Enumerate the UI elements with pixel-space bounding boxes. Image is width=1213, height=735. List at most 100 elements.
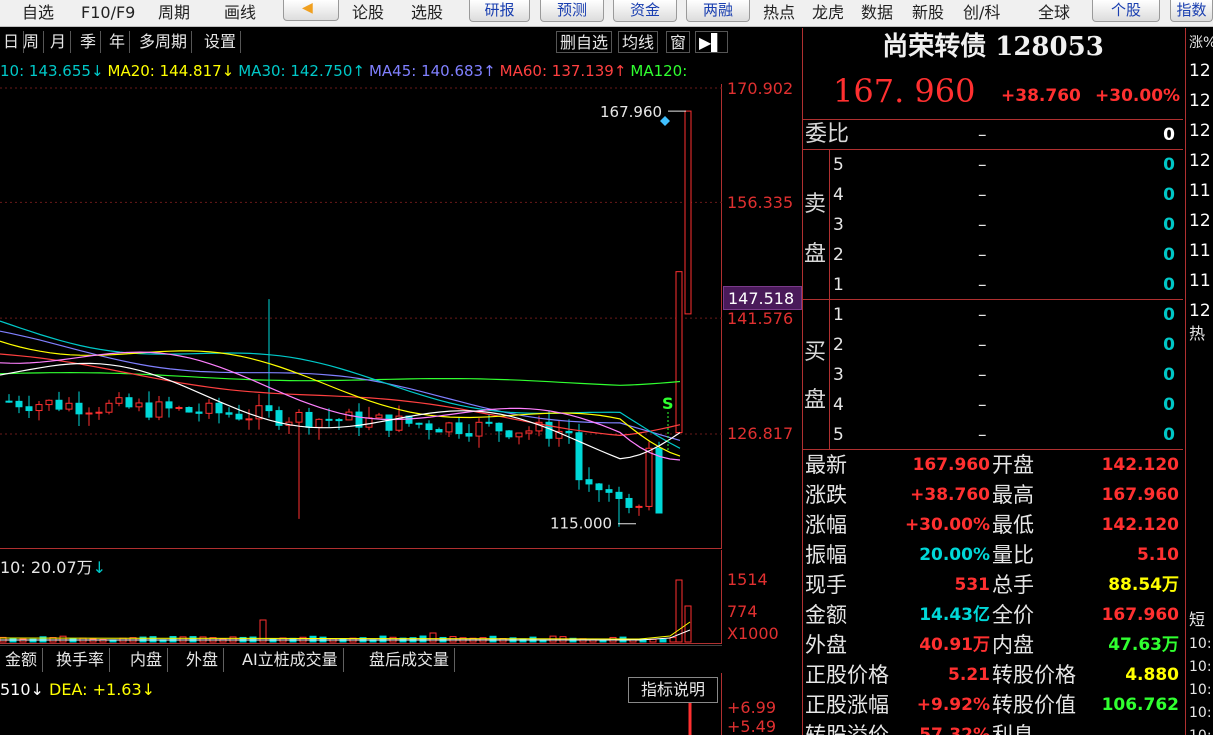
buy-level-row[interactable]: 2 – 0 [803, 330, 1183, 360]
strip-header: 涨% [1189, 35, 1213, 51]
menu-item[interactable]: 热点 [763, 0, 795, 26]
period-tab[interactable]: 多周期 [136, 31, 193, 53]
buy-level-price: – [978, 365, 987, 385]
avg-line-button[interactable]: 均线 [618, 31, 659, 53]
quote-stat-row: 最新 167.960 开盘 142.120 [803, 450, 1183, 480]
stat-value: 531 [954, 575, 991, 595]
expand-icon[interactable]: ▶▌ [695, 31, 728, 53]
indicator-tab[interactable]: 盘后成交量 [364, 648, 456, 672]
stat-value: 142.120 [1101, 515, 1179, 535]
last-price: 167. 960 [833, 72, 976, 110]
stat-label: 涨幅 [805, 513, 847, 537]
period-tab[interactable]: 年 [106, 31, 131, 53]
indicator-help-button[interactable]: 指标说明 [628, 677, 718, 703]
menu-button[interactable]: 指数 [1170, 0, 1213, 22]
period-tab[interactable]: 周 [20, 31, 45, 53]
side-ranking-strip[interactable]: 涨% 热 短 12 12 12 12 11 12 11 11 12 10: 10: 10: 10: 10: [1185, 28, 1213, 735]
stat-value: 40.91万 [919, 635, 990, 655]
period-tab[interactable]: 季 [77, 31, 102, 53]
ma-line [0, 353, 681, 437]
candle-body [365, 417, 373, 428]
stat-value: 142.120 [1101, 455, 1179, 475]
menu-button[interactable]: 预测 [540, 0, 604, 22]
period-tab[interactable]: 月 [47, 31, 72, 53]
menu-button[interactable]: 资金 [613, 0, 677, 22]
stat-label: 量比 [992, 543, 1034, 567]
window-button[interactable]: 窗 [666, 31, 691, 53]
buy-level-row[interactable]: 3 – 0 [803, 360, 1183, 390]
candle-body [5, 400, 13, 403]
menu-item[interactable]: 画线 [224, 0, 256, 26]
quote-stat-row: 转股溢价 57.32% 利息 [803, 720, 1183, 735]
volume-bar [59, 635, 67, 643]
weibi-value: 0 [1163, 125, 1175, 145]
indicator-tab[interactable]: AI立桩成交量 [237, 648, 344, 672]
stat-value: +38.760 [910, 485, 990, 505]
buy-level-row[interactable]: 1 – 0 [803, 300, 1183, 330]
candle-body [495, 422, 503, 432]
back-button[interactable]: ◀ [283, 0, 339, 21]
menu-item[interactable]: 龙虎 [812, 0, 844, 26]
candle-body [15, 400, 23, 408]
sell-level-row[interactable]: 3 – 0 [803, 210, 1183, 240]
buy-level-row[interactable]: 5 – 0 [803, 420, 1183, 450]
candle-body [575, 432, 583, 481]
candle-body [565, 430, 573, 434]
stat-label: 总手 [992, 573, 1034, 597]
volume-bar [429, 632, 437, 643]
volume-pane[interactable] [0, 550, 722, 644]
sell-level-volume: 0 [1163, 215, 1175, 235]
volume-ma-arrow: ↓ [92, 558, 107, 577]
stat-value: 167.960 [1101, 485, 1179, 505]
menu-item[interactable]: 数据 [861, 0, 893, 26]
menu-item[interactable]: 选股 [411, 0, 443, 26]
price-axis-label: 156.335 [727, 193, 794, 212]
indicator-tab[interactable]: 外盘 [181, 648, 225, 672]
candle-body [475, 421, 483, 437]
candle-body [545, 421, 553, 439]
menu-item[interactable]: 自选 [22, 0, 54, 26]
menu-button[interactable]: 个股 [1092, 0, 1160, 22]
menu-item[interactable]: 周期 [158, 0, 190, 26]
volume-ma-value: 10: 20.07万 [0, 558, 93, 577]
indicator-tab[interactable]: 金额 [0, 648, 44, 672]
buy-level-price: – [978, 425, 987, 445]
menu-item[interactable]: 创/科 [963, 0, 1000, 26]
sell-level-row[interactable]: 4 – 0 [803, 180, 1183, 210]
stat-value: 167.960 [912, 455, 990, 475]
sell-level-row[interactable]: 1 – 0 [803, 270, 1183, 300]
sell-level-volume: 0 [1163, 275, 1175, 295]
stat-label: 金额 [805, 603, 847, 627]
candle-body [585, 479, 593, 485]
period-tab[interactable]: 设置 [201, 31, 242, 53]
sell-level-row[interactable]: 5 – 0 [803, 150, 1183, 180]
candle-body [165, 401, 173, 409]
kline-chart[interactable]: 167.960 115.000 S B [0, 84, 722, 549]
candle-body [615, 491, 623, 499]
stat-value: 106.762 [1101, 695, 1179, 715]
menu-button[interactable]: 研报 [469, 0, 530, 22]
kline-main-frame[interactable]: 167.960 115.000 S B [0, 84, 722, 549]
sell-level-row[interactable]: 2 – 0 [803, 240, 1183, 270]
sell-level-volume: 0 [1163, 245, 1175, 265]
menu-item[interactable]: F10/F9 [81, 0, 135, 26]
buy-level-row[interactable]: 4 – 0 [803, 390, 1183, 420]
candle-body [425, 423, 433, 431]
menu-item[interactable]: 全球 [1038, 0, 1070, 26]
candle-body [105, 402, 113, 413]
indicator-tab[interactable]: 换手率 [51, 648, 111, 672]
delete-self-button[interactable]: 删自选 [556, 31, 613, 53]
menu-item[interactable]: 论股 [352, 0, 384, 26]
volume-bar [199, 636, 207, 643]
stat-label: 转股价值 [992, 693, 1076, 717]
menu-button[interactable]: 两融 [686, 0, 750, 22]
buy-level-price: – [978, 335, 987, 355]
indicator-tab[interactable]: 内盘 [125, 648, 169, 672]
menu-item[interactable]: 新股 [912, 0, 944, 26]
candle-body [335, 419, 343, 422]
candle-body [635, 505, 643, 508]
volume-bar [169, 636, 177, 643]
candle-body [385, 414, 393, 431]
quote-stat-row: 涨跌 +38.760 最高 167.960 [803, 480, 1183, 510]
volume-bar [675, 579, 683, 643]
